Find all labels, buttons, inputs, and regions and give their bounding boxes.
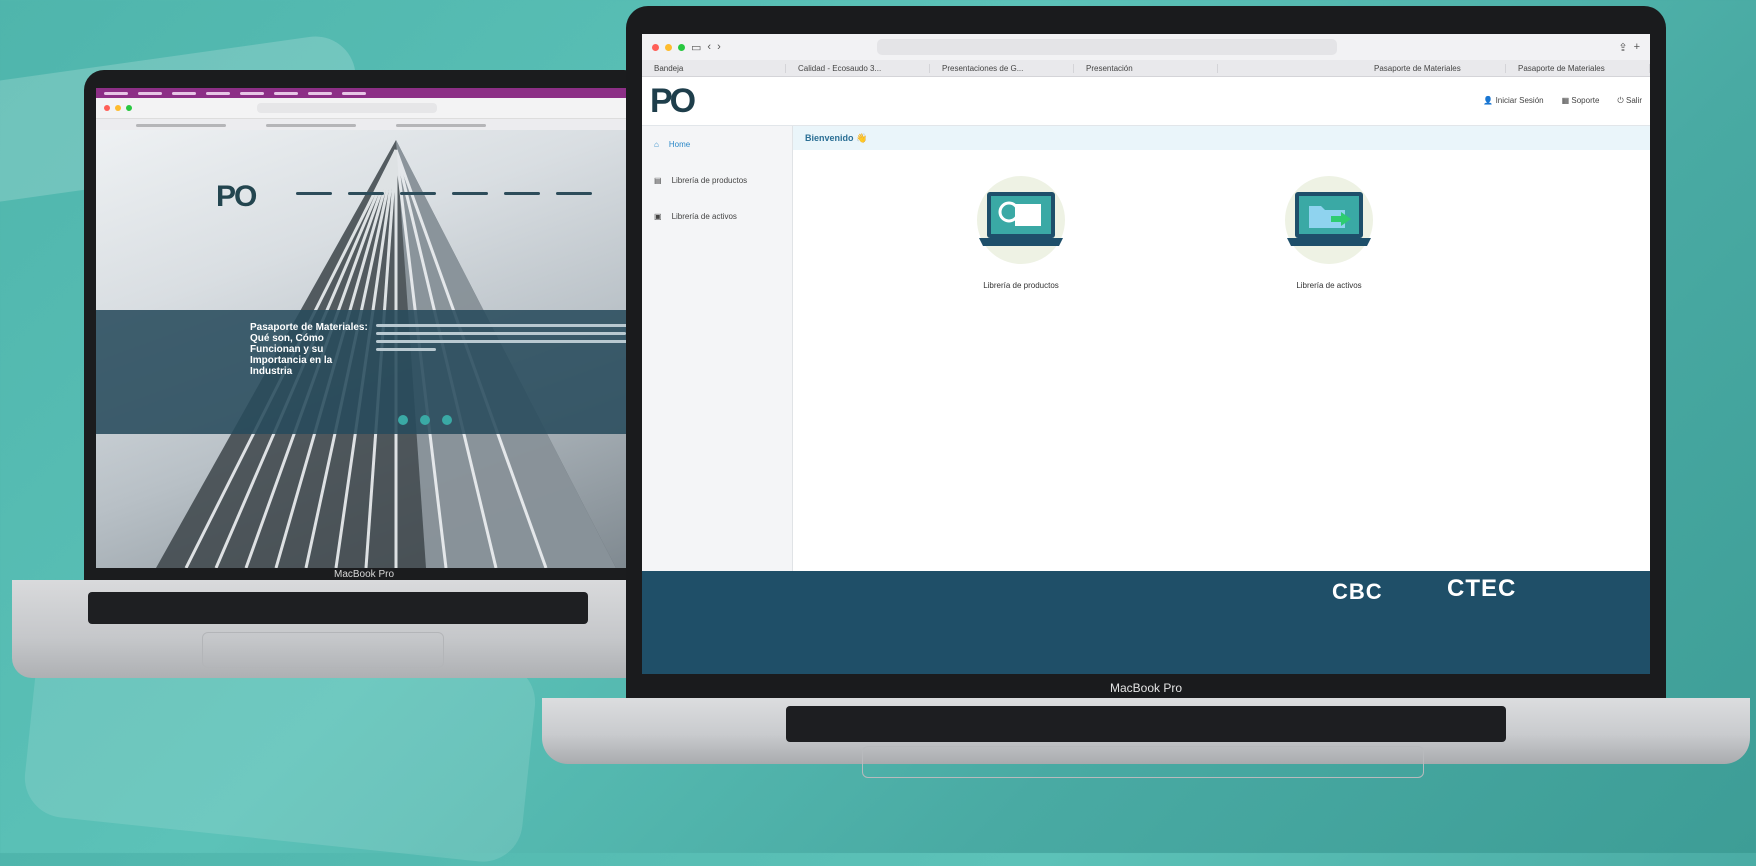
sidebar-item-label: Home <box>668 139 691 149</box>
browser-tab[interactable]: Pasaporte de Materiales <box>1506 63 1650 73</box>
card-label: Librería de productos <box>983 281 1059 290</box>
laptop-brand-label: MacBook Pro <box>1109 681 1183 695</box>
nav-item[interactable] <box>504 192 540 195</box>
footer-logo-cbc: CBC <box>1332 579 1383 604</box>
site-nav <box>296 192 592 195</box>
left-laptop-base <box>12 580 652 678</box>
banner-title: Pasaporte de Materiales: Qué son, Cómo F… <box>250 322 368 377</box>
header-links: 👤 Iniciar Sesión ▦ Soporte ⏻ Salir <box>1483 96 1642 106</box>
hero-banner: Pasaporte de Materiales: Qué son, Cómo F… <box>96 310 644 434</box>
app-body: ⌂ Home ▤ Librería de productos ▣ Librerí… <box>642 126 1650 571</box>
support-link[interactable]: ▦ Soporte <box>1562 96 1600 106</box>
product-library-card[interactable]: Librería de productos <box>961 174 1081 290</box>
nav-item[interactable] <box>348 192 384 195</box>
card-label: Librería de activos <box>1296 281 1362 290</box>
banner-text <box>376 324 636 356</box>
app-logo[interactable]: PO <box>650 82 696 121</box>
trackpad <box>862 746 1424 778</box>
site-logo[interactable]: PO <box>216 180 257 214</box>
keyboard <box>786 706 1506 742</box>
browser-tab[interactable]: Presentación <box>1074 63 1218 73</box>
keyboard <box>88 592 588 624</box>
left-laptop-screen: PO Pasaporte de Materiales: Qué son, Cóm… <box>96 88 644 568</box>
footer-logo-ctec: CTEC <box>1447 575 1517 602</box>
sidebar-item-home[interactable]: ⌂ Home <box>642 126 792 162</box>
browser-toolbar: ▭ ‹ › ⇪ + <box>642 34 1650 60</box>
welcome-banner: Bienvenido 👋 <box>793 126 1650 150</box>
nav-item[interactable] <box>556 192 592 195</box>
calendar-icon: ▣ <box>654 211 662 221</box>
browser-tab[interactable]: Calidad - Ecosaudo 3... <box>786 63 930 73</box>
laptop-search-icon <box>977 176 1065 264</box>
right-laptop-base <box>542 698 1750 778</box>
home-icon: ⌂ <box>654 139 659 149</box>
book-icon: ▤ <box>654 175 662 185</box>
right-laptop: ▭ ‹ › ⇪ + Bandeja Calidad - Ecosaudo 3..… <box>542 6 1750 778</box>
browser-toolbar <box>96 98 644 119</box>
sidebar-item-label: Librería de productos <box>671 175 748 185</box>
carousel-dots <box>398 415 452 425</box>
macos-menubar <box>96 88 644 98</box>
browser-tab[interactable]: Pasaporte de Materiales <box>1362 63 1506 73</box>
maximize-dot[interactable] <box>126 105 132 111</box>
carousel-dot[interactable] <box>398 415 408 425</box>
laptop-folder-icon <box>1285 176 1373 264</box>
minimize-dot[interactable] <box>115 105 121 111</box>
app-header: PO 👤 Iniciar Sesión ▦ Soporte ⏻ Salir <box>642 77 1650 126</box>
asset-library-card[interactable]: Librería de activos <box>1269 174 1389 290</box>
minimize-dot[interactable] <box>665 43 672 51</box>
back-icon[interactable]: ‹ <box>707 41 711 53</box>
sidebar: ⌂ Home ▤ Librería de productos ▣ Librerí… <box>642 126 793 571</box>
carousel-dot[interactable] <box>420 415 430 425</box>
close-dot[interactable] <box>104 105 110 111</box>
browser-tabs: Bandeja Calidad - Ecosaudo 3... Presenta… <box>642 60 1650 77</box>
app-footer: CBC CTEC <box>642 571 1650 674</box>
right-laptop-screen: ▭ ‹ › ⇪ + Bandeja Calidad - Ecosaudo 3..… <box>642 34 1650 674</box>
sidebar-toggle-icon[interactable]: ▭ <box>691 41 701 54</box>
sidebar-item-product-library[interactable]: ▤ Librería de productos <box>642 162 792 198</box>
left-laptop: PO Pasaporte de Materiales: Qué son, Cóm… <box>12 70 652 678</box>
sidebar-item-asset-library[interactable]: ▣ Librería de activos <box>642 198 792 234</box>
close-dot[interactable] <box>652 43 659 51</box>
sidebar-item-label: Librería de activos <box>671 211 737 221</box>
main-content: Bienvenido 👋 Librería de productos Libre… <box>793 126 1650 571</box>
logout-link[interactable]: ⏻ Salir <box>1617 96 1642 106</box>
share-icon[interactable]: ⇪ <box>1618 41 1627 54</box>
carousel-dot[interactable] <box>442 415 452 425</box>
trackpad <box>202 632 444 668</box>
nav-item[interactable] <box>296 192 332 195</box>
login-link[interactable]: 👤 Iniciar Sesión <box>1483 96 1543 106</box>
nav-item[interactable] <box>400 192 436 195</box>
new-tab-icon[interactable]: + <box>1634 41 1640 53</box>
nav-item[interactable] <box>452 192 488 195</box>
address-bar[interactable] <box>257 103 437 113</box>
browser-tab[interactable]: Presentaciones de G... <box>930 63 1074 73</box>
browser-tab[interactable]: Bandeja <box>642 63 786 73</box>
hero-section: PO Pasaporte de Materiales: Qué son, Cóm… <box>96 130 644 568</box>
forward-icon[interactable]: › <box>717 41 721 53</box>
maximize-dot[interactable] <box>678 43 685 51</box>
address-bar[interactable] <box>876 39 1337 55</box>
